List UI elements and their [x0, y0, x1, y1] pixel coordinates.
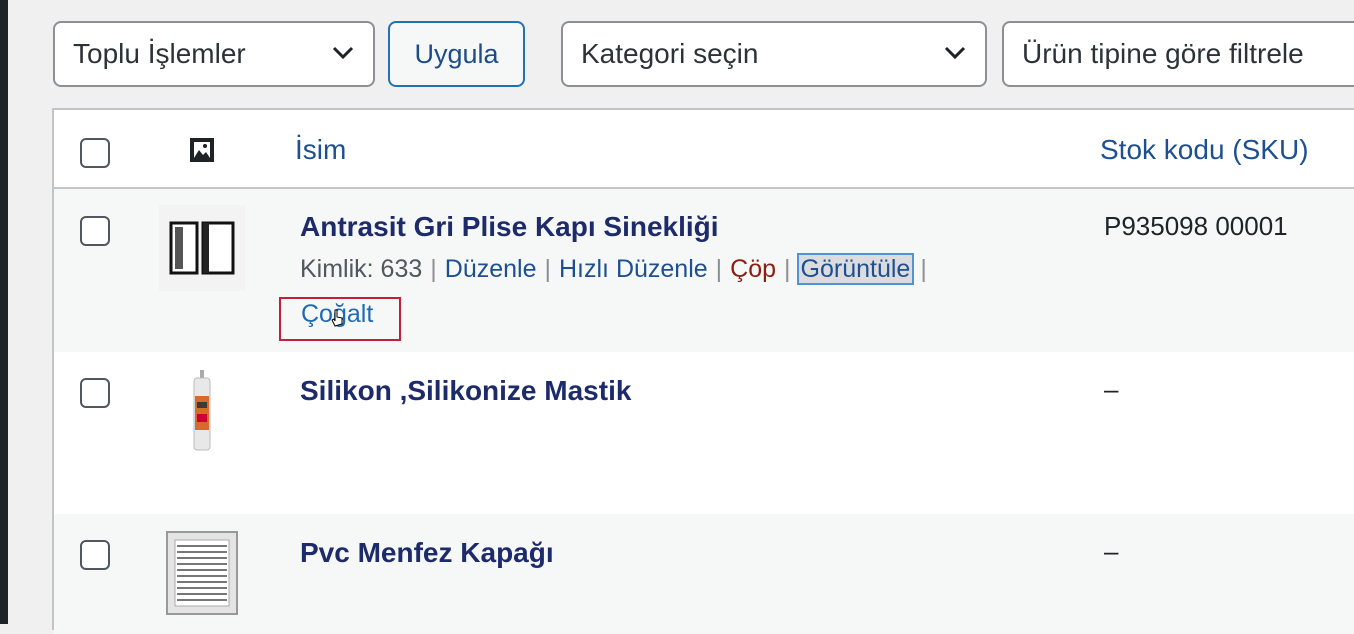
image-icon — [190, 138, 214, 162]
row-checkbox[interactable] — [80, 378, 110, 408]
product-sku: – — [1104, 536, 1119, 566]
admin-sidebar-edge — [0, 0, 8, 624]
product-id-label: Kimlik: 633 — [300, 255, 423, 283]
vent-cover-image[interactable] — [159, 530, 245, 616]
view-link[interactable]: Görüntüle — [796, 253, 915, 285]
product-sku: – — [1104, 374, 1119, 404]
chevron-down-icon — [944, 46, 966, 60]
column-name-header[interactable]: İsim — [295, 134, 346, 166]
hand-cursor-icon — [331, 309, 343, 327]
table-row: Silikon ,Silikonize Mastik – — [54, 352, 1354, 514]
product-name-link[interactable]: Silikon ,Silikonize Mastik — [300, 375, 631, 407]
product-name-link[interactable]: Antrasit Gri Plise Kapı Sinekliği — [300, 211, 719, 243]
category-select[interactable]: Kategori seçin — [561, 21, 987, 87]
row-checkbox[interactable] — [80, 540, 110, 570]
edit-link[interactable]: Düzenle — [445, 255, 537, 283]
product-sku: P935098 00001 — [1104, 211, 1288, 241]
table-row: Antrasit Gri Plise Kapı Sinekliği P93509… — [54, 189, 1354, 352]
door-screen-image[interactable] — [159, 205, 245, 291]
row-checkbox[interactable] — [80, 216, 110, 246]
trash-link[interactable]: Çöp — [730, 255, 776, 283]
row-actions: Kimlik: 633 | Düzenle | Hızlı Düzenle | Çöp | Gö… — [300, 253, 927, 285]
product-type-value: Ürün tipine göre filtrele — [1022, 38, 1304, 69]
bulk-actions-select[interactable]: Toplu İşlemler — [53, 21, 375, 87]
select-all-checkbox[interactable] — [80, 138, 110, 168]
quick-edit-link[interactable]: Hızlı Düzenle — [559, 255, 708, 283]
chevron-down-icon — [332, 46, 354, 60]
apply-button[interactable]: Uygula — [388, 21, 525, 87]
category-value: Kategori seçin — [581, 38, 759, 69]
bulk-actions-value: Toplu İşlemler — [73, 38, 246, 69]
products-table: İsim Stok kodu (SKU) Antrasit Gri Plise … — [52, 108, 1354, 634]
column-sku-header[interactable]: Stok kodu (SKU) — [1100, 134, 1309, 166]
product-type-select[interactable]: Ürün tipine göre filtrele — [1002, 21, 1354, 87]
table-header: İsim Stok kodu (SKU) — [54, 110, 1354, 189]
product-name-link[interactable]: Pvc Menfez Kapağı — [300, 537, 554, 569]
sealant-tube-image[interactable] — [159, 368, 245, 454]
table-row: Pvc Menfez Kapağı – — [54, 514, 1354, 634]
